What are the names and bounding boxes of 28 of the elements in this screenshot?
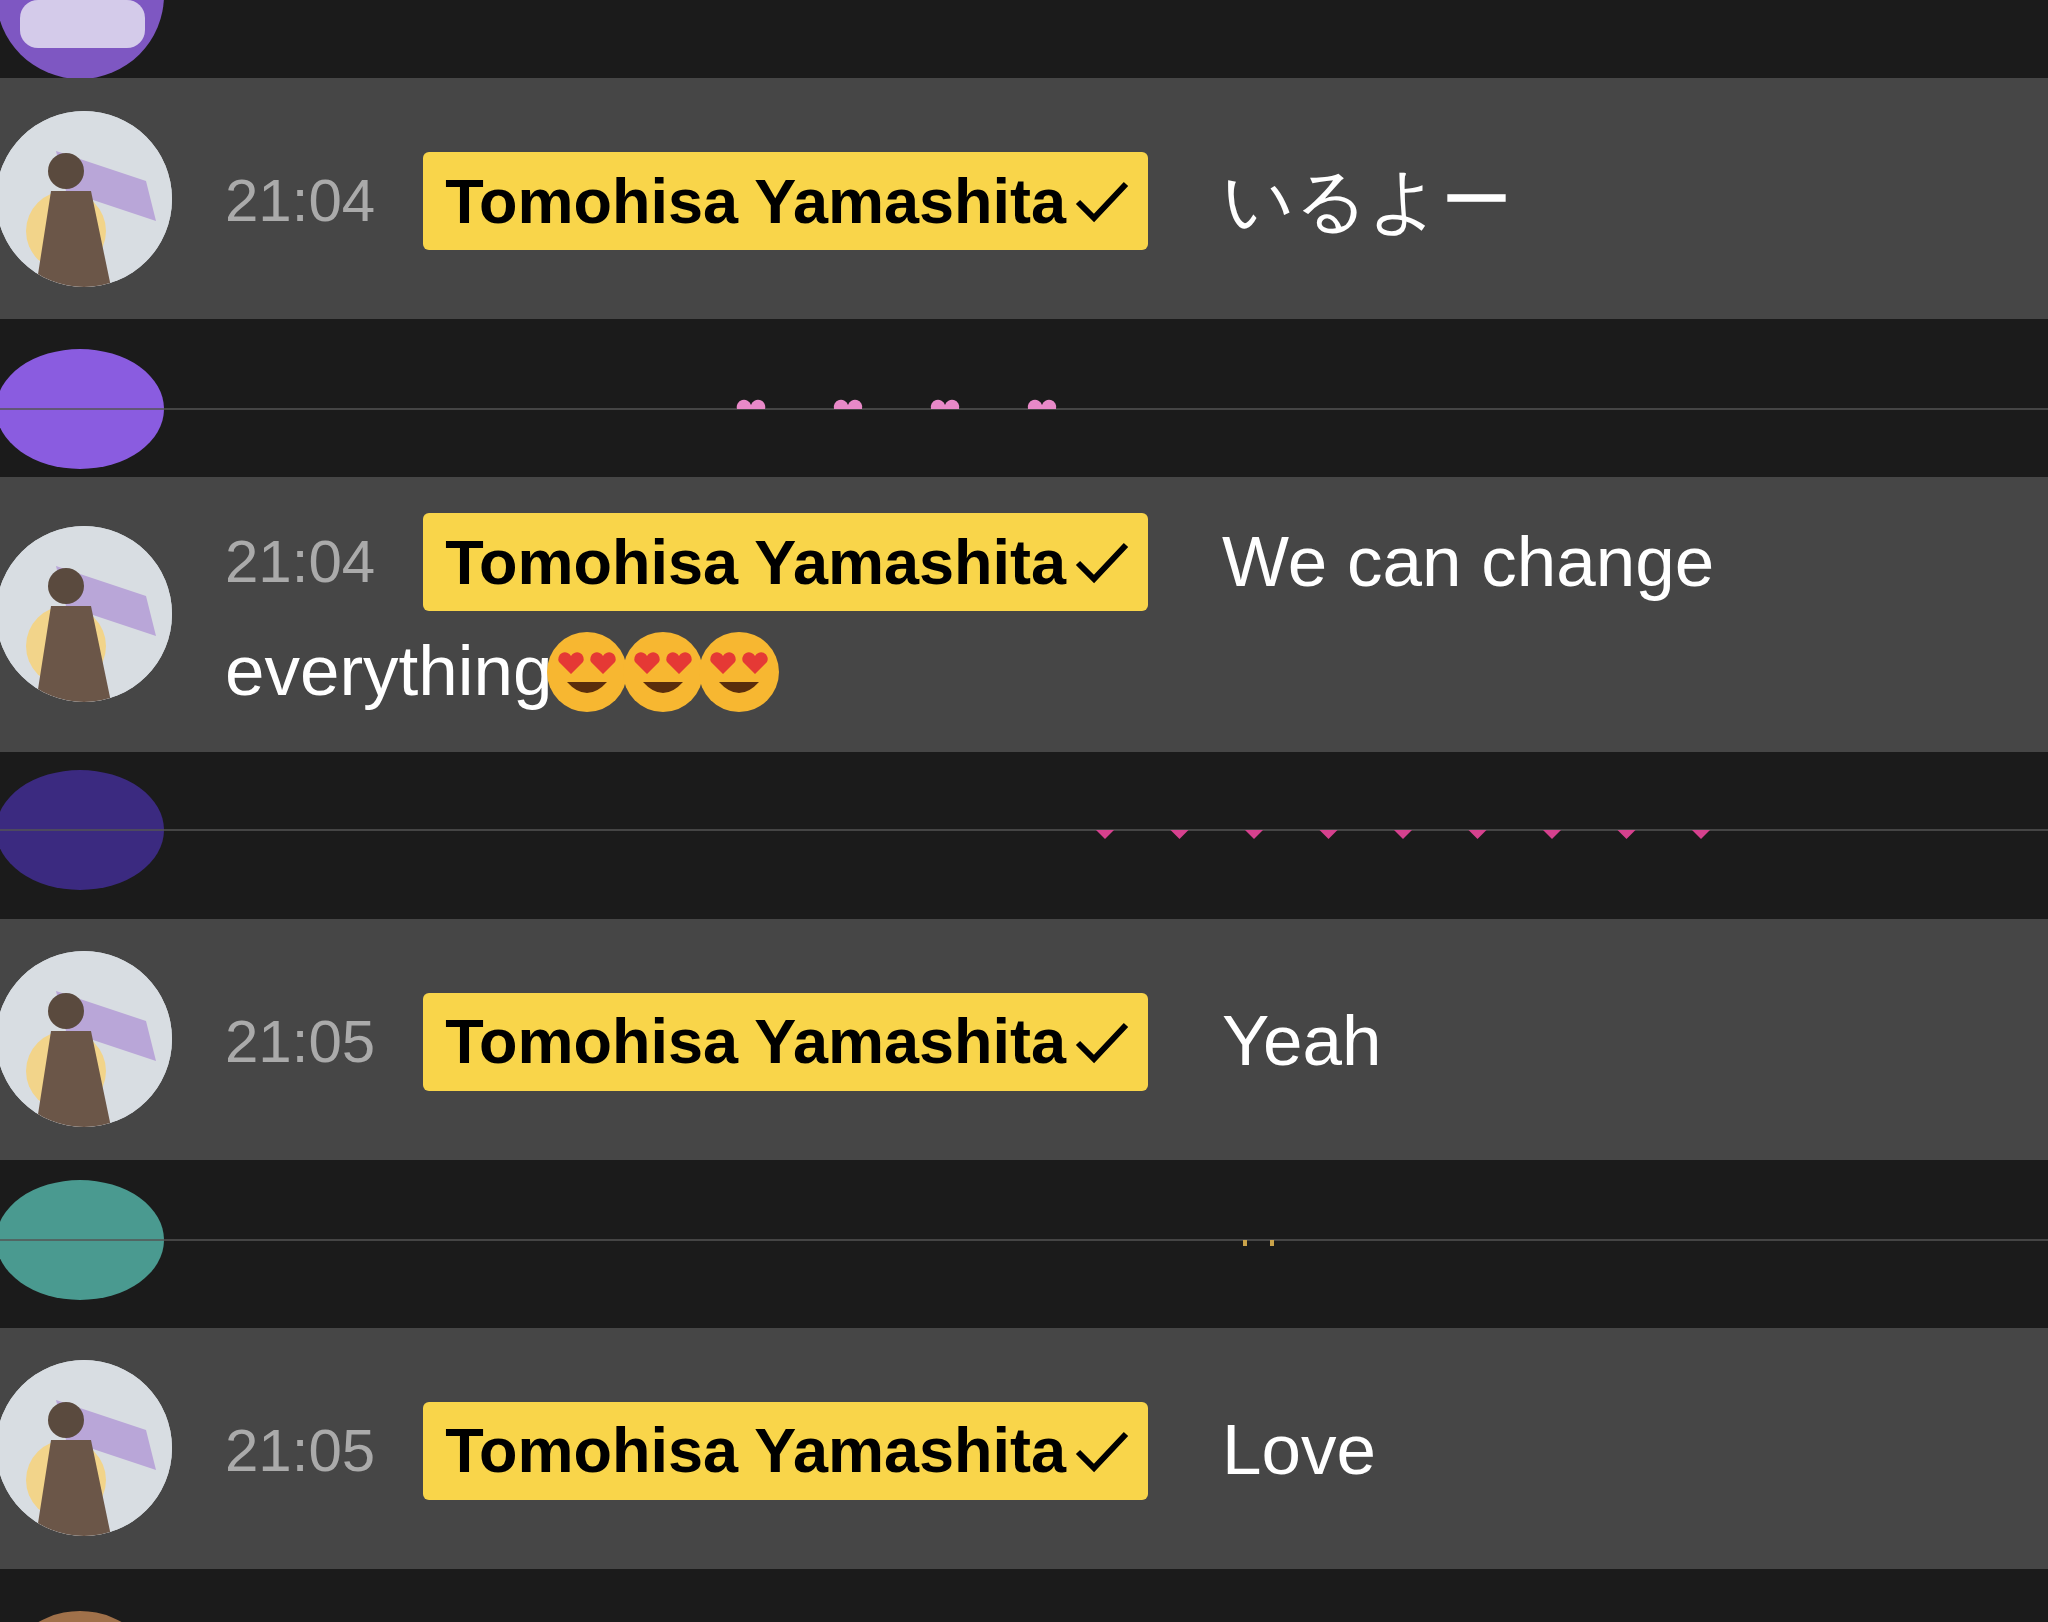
heart-fragment-icon: [1170, 829, 1189, 839]
heart-fragment-icon: [1617, 829, 1636, 839]
heart-fragment-icon: [1394, 829, 1412, 839]
heart-fragment-icon: [1027, 399, 1057, 409]
heart-fragment-icon: [1319, 829, 1338, 839]
heart-fragment-icon: [1692, 829, 1710, 839]
heart-fragment-icon: [930, 399, 960, 409]
heart-fragment-icon: [736, 399, 766, 409]
author-name-badge: Tomohisa Yamashita: [423, 992, 1149, 1091]
message-text: いるよー: [1222, 161, 1513, 241]
author-name-badge: Tomohisa Yamashita: [423, 152, 1149, 251]
timestamp: 21:04: [225, 528, 376, 596]
message-text: Love: [1222, 1410, 1377, 1490]
timestamp: 21:04: [225, 167, 376, 235]
author-name-badge: Tomohisa Yamashita: [423, 513, 1149, 612]
message-text: Yeah: [1222, 1001, 1382, 1081]
timestamp: 21:05: [225, 1007, 376, 1075]
spark-fragment-icon: [1243, 1239, 1247, 1246]
heart-fragment-icon: [833, 399, 863, 409]
heart-fragment-icon: [1543, 829, 1561, 839]
timestamp: 21:05: [225, 1416, 376, 1484]
message-text: We can change: [1222, 522, 1715, 602]
heart-fragment-icon: [1468, 829, 1487, 839]
heart-fragment-icon: [1096, 829, 1114, 839]
spark-fragment-icon: [1270, 1239, 1274, 1246]
author-name-badge: Tomohisa Yamashita: [423, 1401, 1149, 1500]
heart-fragment-icon: [1245, 829, 1263, 839]
message-text: everything: [225, 631, 553, 711]
